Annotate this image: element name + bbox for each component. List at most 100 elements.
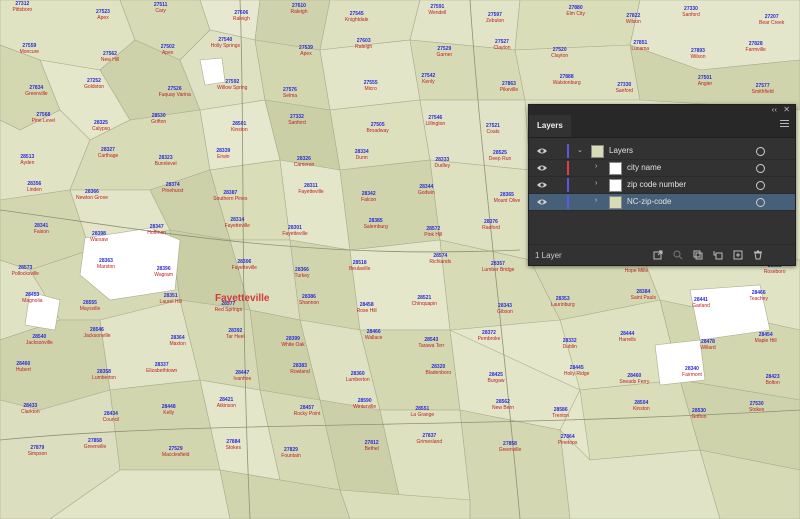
zip-label: 27888 Walstonburg xyxy=(553,74,581,86)
zip-label: 28518 Beulaville xyxy=(349,260,370,272)
panel-tabs: Layers xyxy=(529,115,795,138)
city-name: Godwin xyxy=(417,190,435,196)
zip-label: 27501 Angier xyxy=(698,75,712,87)
zip-label: 27546 Lillington xyxy=(425,115,445,127)
zip-label: 27592 Willow Spring xyxy=(217,79,247,91)
zip-label: 28387 Southern Pines xyxy=(213,190,247,202)
zip-label: 27521 Coats xyxy=(486,123,500,135)
city-name: Shannon xyxy=(298,300,320,306)
trash-icon[interactable] xyxy=(753,250,763,260)
zip-label: 28340 Fairmont xyxy=(682,366,702,378)
city-name: Tarawa Terr xyxy=(418,343,445,349)
city-name: Calypso xyxy=(91,126,111,132)
city-name: Ayden xyxy=(20,160,35,166)
zip-label: 28444 Harrells xyxy=(619,331,636,343)
locate-icon[interactable] xyxy=(673,250,683,260)
zip-label: 28333 Dudley xyxy=(435,157,451,169)
city-name: Lumber Bridge xyxy=(481,267,515,273)
target-circle-icon[interactable] xyxy=(756,181,765,190)
city-name: Apex xyxy=(300,51,312,57)
city-name: Mount Olive xyxy=(493,198,521,204)
city-name: Jacksonville xyxy=(83,333,111,339)
zip-label: 28513 Ayden xyxy=(20,154,34,166)
target-circle-icon[interactable] xyxy=(756,164,765,173)
zip-label: 27312 Pittsboro xyxy=(12,1,32,13)
zip-label: 28590 Winterville xyxy=(353,398,376,410)
zip-label: 27505 Broadway xyxy=(367,122,389,134)
city-name: White Oak xyxy=(281,342,305,348)
zip-label: 28573 Pollocksville xyxy=(12,265,39,277)
zip-label: 27837 Grimesland xyxy=(417,433,443,445)
city-name: Apex xyxy=(97,15,109,21)
zip-label: 27539 Apex xyxy=(299,45,313,57)
chevron-right-icon[interactable]: › xyxy=(595,180,597,187)
zip-label: 28530 Grifton xyxy=(151,113,166,125)
city-name: Wilson xyxy=(690,54,706,60)
city-name: Garner xyxy=(436,52,453,58)
collapse-panel-icon[interactable]: ‹‹ xyxy=(772,105,777,115)
city-name: Coats xyxy=(486,129,500,135)
zip-label: 28343 Gibson xyxy=(497,303,513,315)
city-name: Maple Hill xyxy=(754,338,777,344)
city-name: Bladenboro xyxy=(425,370,452,376)
visibility-eye-icon[interactable] xyxy=(537,198,547,206)
layers-panel: ‹‹ ✕ Layers ⌄ Layers › city name › zip c… xyxy=(528,104,796,266)
collect-icon[interactable] xyxy=(693,250,703,260)
export-icon[interactable] xyxy=(653,250,663,260)
layer-thumbnail xyxy=(609,179,622,192)
target-circle-icon[interactable] xyxy=(756,198,765,207)
city-name: Bunnlevel xyxy=(154,161,177,167)
panel-footer: 1 Layer xyxy=(529,244,795,265)
layer-row-layers[interactable]: ⌄ Layers xyxy=(529,143,795,159)
city-name: Smithfield xyxy=(751,89,774,95)
panel-title-bar: ‹‹ ✕ xyxy=(529,105,795,115)
zip-label: 27330 Sanford xyxy=(616,82,634,94)
zip-label: 28501 Kinston xyxy=(231,121,248,133)
zip-label: 28385 Salemburg xyxy=(364,218,388,230)
city-name: Gibson xyxy=(497,309,513,315)
visibility-eye-icon[interactable] xyxy=(537,181,547,189)
city-name: Knightdale xyxy=(344,17,369,23)
target-circle-icon[interactable] xyxy=(756,147,765,156)
chevron-down-icon[interactable]: ⌄ xyxy=(577,146,583,154)
zip-label: 27597 Zebulon xyxy=(486,12,504,24)
city-name: Lillington xyxy=(425,121,446,127)
chevron-right-icon[interactable]: › xyxy=(595,197,597,204)
visibility-eye-icon[interactable] xyxy=(537,164,547,172)
new-layer-icon[interactable] xyxy=(733,250,743,260)
city-name: Dudley xyxy=(434,163,451,169)
zip-label: 28376 Raeford xyxy=(482,219,500,231)
zip-label: 28458 Rose Hill xyxy=(357,302,377,314)
layer-row-nc-zip-code[interactable]: › NC-zip-code xyxy=(529,194,795,210)
layer-row-zip-code-number[interactable]: › zip code number xyxy=(529,177,795,193)
close-icon[interactable]: ✕ xyxy=(783,105,790,115)
city-name: Deep Run xyxy=(488,156,512,162)
zip-label: 28453 Magnolia xyxy=(22,292,42,304)
city-name: Erwin xyxy=(217,154,230,160)
zip-label: 27332 Sanford xyxy=(288,114,306,126)
tab-layers[interactable]: Layers xyxy=(529,115,571,137)
city-name: Pink Hill xyxy=(424,232,443,238)
zip-label: 28466 Wallace xyxy=(365,329,383,341)
city-name: Raleigh xyxy=(290,9,308,15)
city-name: Magnolia xyxy=(22,298,43,304)
city-name: Laurel Hill xyxy=(159,299,182,305)
city-name: Clarkton xyxy=(21,409,40,415)
zip-label: 27828 Farmville xyxy=(746,41,766,53)
city-name: Raleigh xyxy=(355,44,373,50)
panel-menu-icon[interactable] xyxy=(780,120,789,128)
city-name: Rocky Point xyxy=(293,411,321,417)
city-name: Harrells xyxy=(618,337,636,343)
chevron-right-icon[interactable]: › xyxy=(595,163,597,170)
sublayer-icon[interactable] xyxy=(713,250,723,260)
zip-label: 28399 White Oak xyxy=(281,336,304,348)
visibility-eye-icon[interactable] xyxy=(537,147,547,155)
zip-label: 28366 Newton Grove xyxy=(76,189,108,201)
city-name: Linden xyxy=(26,187,42,193)
zip-label: 28466 Teachey xyxy=(749,290,768,302)
zip-label: 28358 Lumberton xyxy=(92,369,116,381)
layer-row-city-name[interactable]: › city name xyxy=(529,160,795,176)
city-name: Laurinburg xyxy=(550,302,575,308)
zip-label: 28478 Willard xyxy=(700,339,715,351)
layer-thumbnail xyxy=(609,162,622,175)
